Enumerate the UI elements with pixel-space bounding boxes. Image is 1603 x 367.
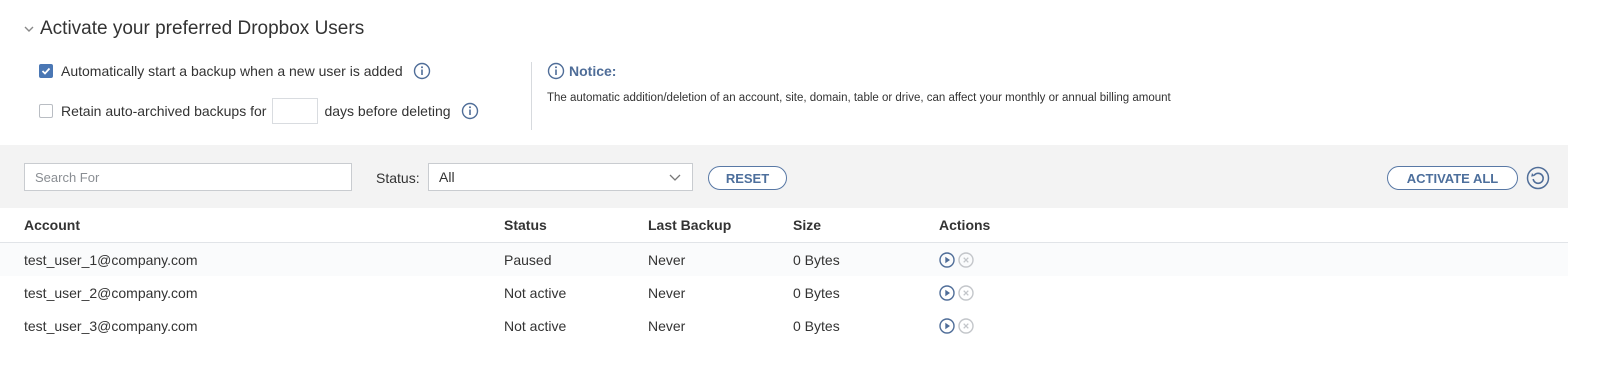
header-account[interactable]: Account [24, 217, 80, 233]
header-size[interactable]: Size [793, 217, 821, 233]
table-row[interactable]: test_user_2@company.com Not active Never… [0, 276, 1568, 309]
table-row[interactable]: test_user_3@company.com Not active Never… [0, 309, 1568, 342]
play-icon[interactable] [939, 251, 955, 268]
auto-backup-option: Automatically start a backup when a new … [39, 60, 479, 82]
checkmark-icon [41, 67, 51, 75]
actions-cell [939, 251, 974, 268]
retain-label-after: days before deleting [324, 103, 451, 119]
last-backup-cell: Never [648, 317, 686, 334]
chevron-down-icon[interactable] [22, 22, 36, 36]
options-panel: Automatically start a backup when a new … [39, 60, 479, 124]
activate-all-button[interactable]: ACTIVATE ALL [1387, 166, 1518, 190]
auto-backup-checkbox[interactable] [39, 64, 53, 78]
info-icon [547, 62, 565, 80]
status-cell: Not active [504, 317, 567, 334]
cancel-icon[interactable] [958, 317, 974, 334]
section-title: Activate your preferred Dropbox Users [40, 18, 365, 39]
actions-cell [939, 284, 974, 301]
auto-backup-label: Automatically start a backup when a new … [61, 63, 403, 79]
cancel-icon[interactable] [958, 284, 974, 301]
last-backup-cell: Never [648, 251, 686, 268]
info-icon[interactable] [461, 102, 479, 120]
reset-button[interactable]: RESET [708, 166, 787, 190]
cancel-icon[interactable] [958, 251, 974, 268]
section-header[interactable]: Activate your preferred Dropbox Users [22, 18, 364, 40]
notice-text: The automatic addition/deletion of an ac… [547, 92, 1171, 104]
refresh-icon[interactable] [1526, 166, 1550, 190]
last-backup-cell: Never [648, 284, 686, 301]
size-cell: 0 Bytes [793, 317, 840, 334]
search-input[interactable] [24, 163, 352, 191]
notice-title: Notice: [569, 63, 617, 79]
divider [531, 62, 532, 130]
play-icon[interactable] [939, 317, 955, 334]
notice-panel: Notice: The automatic addition/deletion … [547, 62, 1171, 104]
actions-cell [939, 317, 974, 334]
table-row[interactable]: test_user_1@company.com Paused Never 0 B… [0, 243, 1568, 276]
filter-bar: Status: All RESET ACTIVATE ALL [0, 145, 1568, 208]
users-table: Account Status Last Backup Size Actions … [0, 208, 1568, 342]
account-cell: test_user_1@company.com [24, 251, 198, 268]
retain-checkbox[interactable] [39, 104, 53, 118]
retain-label-before: Retain auto-archived backups for [61, 103, 267, 119]
table-header: Account Status Last Backup Size Actions [0, 208, 1568, 243]
status-select-value: All [439, 169, 455, 185]
play-icon[interactable] [939, 284, 955, 301]
header-last-backup[interactable]: Last Backup [648, 217, 731, 233]
size-cell: 0 Bytes [793, 284, 840, 301]
chevron-down-icon [669, 174, 681, 181]
status-cell: Not active [504, 284, 567, 301]
status-select[interactable]: All [428, 163, 693, 191]
retain-option: Retain auto-archived backups for days be… [39, 98, 479, 124]
size-cell: 0 Bytes [793, 251, 840, 268]
status-cell: Paused [504, 251, 552, 268]
account-cell: test_user_2@company.com [24, 284, 198, 301]
header-actions: Actions [939, 217, 991, 233]
info-icon[interactable] [413, 62, 431, 80]
retain-days-input[interactable] [272, 98, 319, 124]
header-status[interactable]: Status [504, 217, 547, 233]
status-filter-label: Status: [376, 170, 420, 186]
account-cell: test_user_3@company.com [24, 317, 198, 334]
